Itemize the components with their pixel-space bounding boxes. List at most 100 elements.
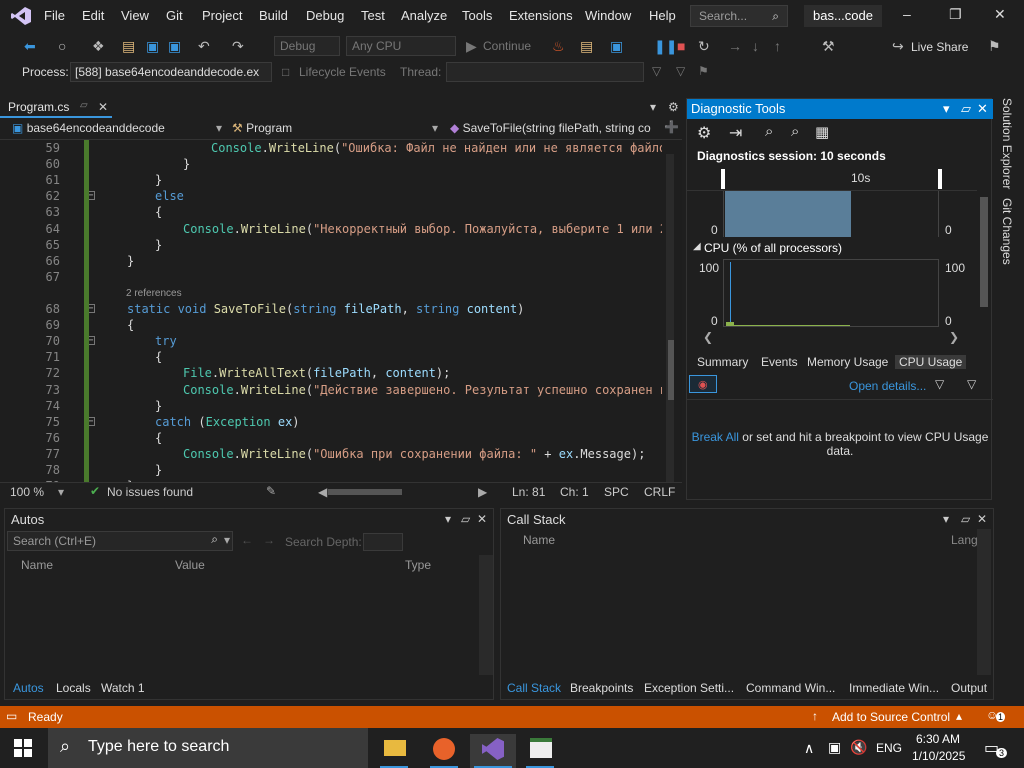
- code-line[interactable]: }: [155, 399, 162, 413]
- editor-vertical-scrollbar[interactable]: [662, 140, 682, 484]
- open-folder-icon[interactable]: ▤: [122, 38, 135, 55]
- code-line[interactable]: Console.WriteLine("Ошибка: Файл не найде…: [211, 141, 662, 155]
- search-icon[interactable]: ⌕: [211, 532, 218, 547]
- code-line[interactable]: static void SaveToFile(string filePath, …: [127, 302, 524, 316]
- menu-build[interactable]: Build: [259, 8, 288, 23]
- undo-icon[interactable]: ↶: [198, 38, 210, 55]
- filter-clear-icon[interactable]: ▽: [676, 64, 685, 78]
- column-header-language[interactable]: Lang: [951, 533, 978, 547]
- clock-time[interactable]: 6:30 AM: [916, 732, 960, 746]
- code-line[interactable]: }: [183, 157, 190, 171]
- tab-cpu-usage[interactable]: CPU Usage: [895, 355, 967, 369]
- search-back-icon[interactable]: ←: [241, 533, 253, 547]
- dropdown-icon[interactable]: ▾: [943, 512, 949, 526]
- console-app-icon[interactable]: [520, 734, 560, 768]
- chevron-down-icon[interactable]: ▾: [224, 533, 230, 547]
- search-input[interactable]: Search... ⌕: [690, 5, 788, 27]
- member-dropdown[interactable]: ◆ SaveToFile(string filePath, string co: [446, 120, 660, 138]
- code-line[interactable]: Console.WriteLine("Ошибка при сохранении…: [183, 447, 645, 461]
- tab-breakpoints[interactable]: Breakpoints: [570, 681, 633, 695]
- search-forward-icon[interactable]: →: [263, 533, 275, 547]
- autos-search-input[interactable]: Search (Ctrl+E) ⌕ ▾: [7, 531, 233, 551]
- thread-dropdown[interactable]: [446, 62, 644, 82]
- back-icon[interactable]: ⬅: [24, 38, 36, 55]
- clock-date[interactable]: 1/10/2025: [912, 749, 965, 763]
- reset-zoom-icon[interactable]: ▦: [815, 123, 829, 141]
- code-line[interactable]: }: [155, 463, 162, 477]
- flag-icon[interactable]: ⚑: [698, 64, 709, 78]
- selection-handle-left[interactable]: [721, 169, 725, 189]
- open-details-link[interactable]: Open details...: [849, 379, 926, 393]
- issues-status[interactable]: No issues found: [107, 485, 193, 499]
- step-over-icon[interactable]: →: [728, 38, 742, 54]
- tab-locals[interactable]: Locals: [56, 681, 91, 695]
- tab-immediate-win[interactable]: Immediate Win...: [849, 681, 939, 695]
- tab-program-cs[interactable]: Program.cs ▱ ✕: [0, 98, 112, 118]
- scroll-left-icon[interactable]: ◀: [318, 485, 327, 499]
- tab-memory-usage[interactable]: Memory Usage: [807, 355, 888, 369]
- break-all-link[interactable]: Break All: [692, 430, 739, 444]
- code-editor[interactable]: 59 Console.WriteLine("Ошибка: Файл не най…: [0, 140, 662, 482]
- code-line[interactable]: File.WriteAllText(filePath, content);: [183, 366, 450, 380]
- settings-icon[interactable]: ⚙: [697, 123, 711, 143]
- code-line[interactable]: {: [155, 350, 162, 364]
- brush-icon[interactable]: ✎: [266, 484, 276, 498]
- select-tools-icon[interactable]: ⇥: [729, 123, 742, 143]
- code-line[interactable]: }: [127, 254, 134, 268]
- events-graph[interactable]: [723, 191, 939, 237]
- scroll-right-icon[interactable]: ▶: [478, 485, 487, 499]
- horizontal-scrollbar-thumb[interactable]: [328, 489, 402, 495]
- class-dropdown[interactable]: ⚒ Program ▾: [228, 120, 440, 138]
- dropdown-icon[interactable]: ▾: [943, 101, 950, 117]
- windows-start-icon[interactable]: [14, 739, 32, 757]
- firefox-icon[interactable]: [424, 734, 464, 768]
- maximize-icon[interactable]: ❐: [949, 6, 962, 23]
- code-line[interactable]: {: [155, 431, 162, 445]
- show-hidden-icons-icon[interactable]: ∧: [804, 740, 814, 757]
- tab-command-win[interactable]: Command Win...: [746, 681, 835, 695]
- record-cpu-profile-button[interactable]: ◉: [689, 375, 717, 393]
- menu-extensions[interactable]: Extensions: [509, 8, 573, 23]
- column-header-value[interactable]: Value: [175, 558, 205, 572]
- column-number[interactable]: Ch: 1: [560, 485, 589, 499]
- menu-git[interactable]: Git: [166, 8, 183, 23]
- tab-events[interactable]: Events: [761, 355, 798, 369]
- code-line[interactable]: Console.WriteLine("Некорректный выбор. П…: [183, 222, 662, 236]
- solution-explorer-tab[interactable]: Solution Explorer: [1000, 98, 1014, 189]
- code-line[interactable]: }: [155, 173, 162, 187]
- code-line[interactable]: catch (Exception ex): [155, 415, 300, 429]
- line-number[interactable]: Ln: 81: [512, 485, 545, 499]
- redo-icon[interactable]: ↷: [232, 38, 244, 55]
- close-icon[interactable]: ✕: [477, 512, 487, 526]
- save-all-icon[interactable]: ▣: [168, 38, 181, 55]
- language-indicator[interactable]: ENG: [876, 741, 902, 755]
- tab-autos[interactable]: Autos: [13, 681, 44, 695]
- code-line[interactable]: Console.WriteLine("Действие завершено. Р…: [183, 383, 662, 397]
- tab-watch-1[interactable]: Watch 1: [101, 681, 145, 695]
- call-stack-scrollbar[interactable]: [977, 529, 991, 675]
- continue-button[interactable]: Continue: [483, 39, 531, 53]
- menu-view[interactable]: View: [121, 8, 149, 23]
- pin-icon[interactable]: ▱: [961, 512, 970, 526]
- step-out-icon[interactable]: ↑: [774, 38, 781, 54]
- menu-edit[interactable]: Edit: [82, 8, 104, 23]
- selection-handle-right[interactable]: [938, 169, 942, 189]
- autos-scrollbar[interactable]: [479, 555, 493, 675]
- close-icon[interactable]: ✕: [977, 101, 988, 117]
- zoom-out-icon[interactable]: ⌕: [791, 123, 799, 140]
- column-header-name[interactable]: Name: [21, 558, 53, 572]
- visual-studio-taskbar-icon[interactable]: [470, 734, 516, 768]
- live-share-button[interactable]: Live Share: [911, 40, 968, 54]
- menu-tools[interactable]: Tools: [462, 8, 492, 23]
- tab-overflow-icon[interactable]: ▾: [650, 100, 656, 114]
- close-icon[interactable]: ✕: [994, 6, 1006, 23]
- pin-icon[interactable]: ▱: [461, 512, 470, 526]
- project-dropdown[interactable]: ▣ base64encodeanddecode ▾: [8, 120, 224, 138]
- menu-file[interactable]: File: [44, 8, 65, 23]
- continue-icon[interactable]: ▶: [466, 38, 477, 55]
- git-changes-tab[interactable]: Git Changes: [1000, 198, 1014, 265]
- menu-window[interactable]: Window: [585, 8, 631, 23]
- cpu-usage-graph[interactable]: [723, 259, 939, 327]
- filter-icon[interactable]: ▽: [652, 64, 661, 78]
- split-editor-icon[interactable]: ➕: [664, 120, 679, 134]
